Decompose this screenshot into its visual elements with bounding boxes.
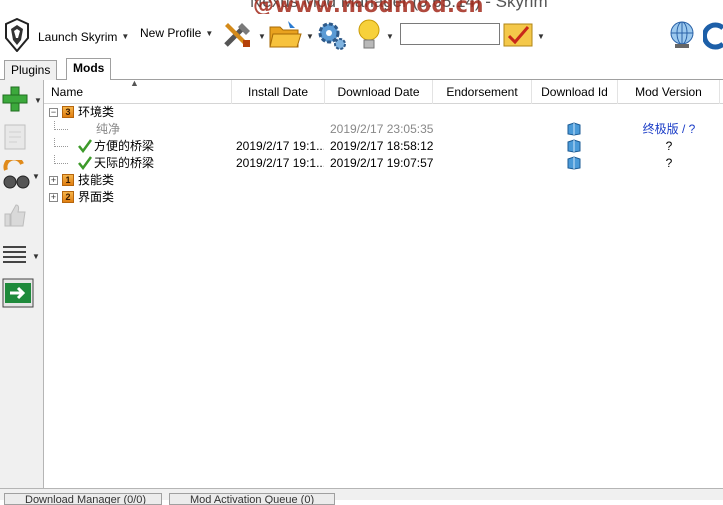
column-header-install-date[interactable]: Install Date	[232, 80, 325, 104]
nexus-link-icon[interactable]	[567, 122, 581, 136]
bottom-panel: Download Manager (0/0) Mod Activation Qu…	[0, 488, 723, 505]
gear-icon	[316, 20, 348, 55]
install-date: 2019/2/17 19:1...	[236, 156, 324, 170]
tips-dropdown-icon[interactable]: ▼	[386, 32, 394, 41]
document-icon	[2, 123, 28, 154]
view-options-dropdown-icon[interactable]: ▼	[32, 252, 40, 261]
download-date: 2019/2/17 23:05:35	[330, 122, 434, 136]
nexus-link-icon[interactable]	[567, 139, 581, 153]
mod-row[interactable]: 天际的桥梁 2019/2/17 19:1... 2019/2/17 19:07:57…	[44, 155, 723, 172]
expand-icon[interactable]: +	[49, 193, 58, 202]
download-date: 2019/2/17 18:58:12	[330, 139, 434, 153]
install-date: 2019/2/17 19:1...	[236, 139, 324, 153]
folder-dropdown-icon[interactable]: ▼	[306, 32, 314, 41]
mod-name: 纯净	[96, 122, 121, 136]
column-header-endorsement[interactable]: Endorsement	[433, 80, 532, 104]
mod-version: ?	[665, 139, 673, 153]
expand-icon[interactable]: +	[49, 176, 58, 185]
folder-icon	[268, 19, 302, 54]
globe-icon	[667, 20, 697, 53]
mod-version: 终极版 / ?	[642, 122, 696, 136]
column-header-download-id[interactable]: Download Id	[532, 80, 618, 104]
category-name: 技能类	[78, 173, 115, 187]
column-header-name[interactable]: Name ▲	[44, 80, 232, 104]
plus-icon	[2, 86, 28, 115]
grid-header: Name ▲ Install Date Download Date Endorse…	[44, 80, 723, 104]
export-icon	[2, 278, 34, 311]
tools-dropdown-icon[interactable]: ▼	[258, 32, 266, 41]
profile-dropdown-icon[interactable]: ▼	[205, 29, 213, 38]
launch-label: Launch Skyrim	[38, 29, 118, 44]
tab-mod-activation-queue[interactable]: Mod Activation Queue (0)	[169, 493, 335, 505]
tools-button[interactable]: ▼	[222, 19, 266, 54]
list-icon	[2, 242, 28, 271]
tab-strip: Plugins Mods	[0, 58, 723, 80]
settings-button[interactable]	[316, 20, 348, 55]
mod-row[interactable]: 方便的桥梁 2019/2/17 19:1... 2019/2/17 18:58:12…	[44, 138, 723, 155]
lightbulb-icon	[356, 18, 382, 55]
category-row[interactable]: +2 界面类	[44, 189, 723, 206]
export-mods-button[interactable]	[2, 278, 38, 310]
launch-game-button[interactable]: Launch Skyrim ▼	[4, 17, 129, 55]
download-date: 2019/2/17 19:07:57	[330, 156, 434, 170]
category-name: 环境类	[78, 105, 115, 119]
thumbs-up-icon	[2, 202, 28, 231]
category-name: 界面类	[78, 190, 115, 204]
tree-guide	[54, 155, 68, 164]
tree-guide	[54, 138, 68, 147]
online-status-button[interactable]	[667, 20, 697, 53]
add-mod-dropdown-icon[interactable]: ▼	[34, 96, 42, 105]
category-badge-icon: 3	[62, 106, 74, 118]
collapse-icon[interactable]: −	[49, 108, 58, 117]
view-options-button[interactable]: ▼	[2, 240, 40, 272]
tab-plugins[interactable]: Plugins	[4, 60, 58, 80]
refresh-button[interactable]	[702, 20, 723, 53]
mod-name: 天际的桥梁	[94, 156, 155, 170]
column-header-download-date[interactable]: Download Date	[325, 80, 433, 104]
tab-download-manager[interactable]: Download Manager (0/0)	[4, 493, 162, 505]
mods-grid: Name ▲ Install Date Download Date Endorse…	[44, 80, 723, 488]
category-badge-icon: 2	[62, 191, 74, 203]
mod-actions-sidebar: ▼ ▼ ▼	[0, 80, 44, 488]
tree-guide	[54, 121, 68, 130]
add-mod-button[interactable]: ▼	[2, 84, 42, 116]
binoculars-icon	[2, 155, 30, 193]
categories-button[interactable]: ▼	[2, 155, 40, 193]
endorse-button[interactable]	[2, 200, 38, 232]
tips-button[interactable]: ▼	[356, 18, 394, 55]
mod-name: 方便的桥梁	[94, 139, 155, 153]
mod-version: ?	[665, 156, 673, 170]
column-label: Name	[51, 85, 84, 99]
open-folder-button[interactable]: ▼	[268, 19, 314, 54]
checklist-icon	[503, 22, 533, 51]
profile-button[interactable]: New Profile ▼	[140, 26, 213, 40]
skyrim-logo-icon	[4, 17, 30, 55]
search-input[interactable]	[400, 23, 500, 45]
nexus-link-icon[interactable]	[567, 156, 581, 170]
toolbar: Launch Skyrim ▼ New Profile ▼ ▼ ▼ ▼ ▼	[0, 14, 723, 58]
category-row[interactable]: +1 技能类	[44, 172, 723, 189]
launch-dropdown-icon[interactable]: ▼	[121, 32, 129, 41]
category-badge-icon: 1	[62, 174, 74, 186]
category-row[interactable]: −3 环境类	[44, 104, 723, 121]
categories-dropdown-icon[interactable]: ▼	[32, 172, 40, 181]
title-bar: Nexus Mod Manager (0.65.14) - Skyrim @ww…	[0, 0, 723, 17]
tab-mods[interactable]: Mods	[66, 58, 112, 80]
column-header-mod-version[interactable]: Mod Version	[618, 80, 720, 104]
profile-label: New Profile	[140, 26, 202, 40]
updates-dropdown-icon[interactable]: ▼	[537, 32, 545, 41]
check-updates-button[interactable]: ▼	[503, 22, 545, 51]
mod-row[interactable]: 纯净 2019/2/17 23:05:35 终极版 / ?	[44, 121, 723, 138]
sort-ascending-icon: ▲	[130, 80, 139, 88]
tools-icon	[222, 19, 254, 54]
refresh-icon	[702, 20, 723, 53]
edit-mod-button[interactable]	[2, 122, 38, 154]
